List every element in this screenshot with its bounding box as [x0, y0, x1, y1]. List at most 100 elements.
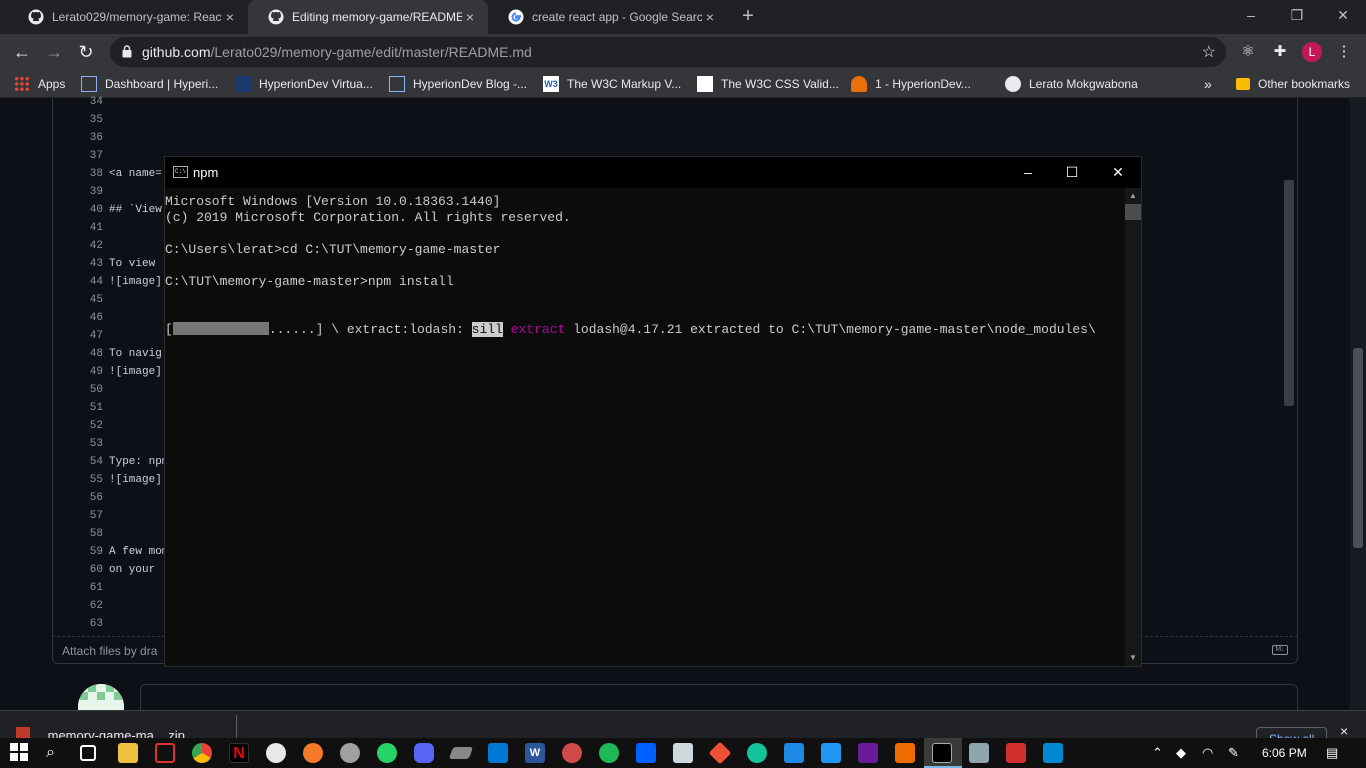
calendar-icon[interactable]: [784, 743, 804, 763]
line-number: 35: [89, 114, 103, 126]
close-window-button[interactable]: ✕: [1320, 0, 1366, 30]
reload-button[interactable]: ↻: [74, 40, 98, 64]
code-line[interactable]: on your: [109, 564, 155, 576]
notes-icon[interactable]: [673, 743, 693, 763]
affinity-icon[interactable]: [858, 743, 878, 763]
other-bookmarks-folder[interactable]: Other bookmarks: [1236, 70, 1350, 98]
terminal-minimize-button[interactable]: –: [1005, 157, 1051, 188]
notification-icon[interactable]: ▤: [1326, 745, 1338, 761]
mail-icon[interactable]: [155, 743, 175, 763]
tab-google-search[interactable]: create react app - Google Search ×: [488, 0, 728, 34]
bookmark-hyperiondev-blog[interactable]: HyperionDev Blog -...: [389, 70, 527, 98]
bookmark-dashboard-hyperion[interactable]: Dashboard | Hyperi...: [81, 70, 218, 98]
code-line[interactable]: A few mom: [109, 546, 168, 558]
react-devtools-icon[interactable]: ⚛: [1238, 42, 1258, 62]
show-all-downloads-button[interactable]: Show all: [1256, 727, 1328, 738]
show-hidden-icons-chevron[interactable]: ⌃: [1152, 745, 1163, 761]
line-number: 42: [89, 240, 103, 252]
editor-scrollbar[interactable]: [1282, 98, 1294, 636]
code-line[interactable]: To view: [109, 258, 155, 270]
discord-icon[interactable]: [414, 743, 434, 763]
new-tab-button[interactable]: +: [738, 6, 758, 26]
terminal-maximize-button[interactable]: ☐: [1049, 157, 1095, 188]
profile-avatar[interactable]: L: [1302, 42, 1322, 62]
git-icon[interactable]: [708, 741, 732, 765]
file-explorer-icon[interactable]: [118, 743, 138, 763]
grammarly-icon[interactable]: [747, 743, 767, 763]
scroll-down-icon[interactable]: ▼: [1125, 650, 1141, 666]
menu-kebab-icon[interactable]: ⋮: [1334, 42, 1354, 62]
word-icon[interactable]: W: [525, 743, 545, 763]
blender-icon[interactable]: [303, 743, 323, 763]
gimp-icon[interactable]: [340, 743, 360, 763]
cmd-taskbar-icon[interactable]: [932, 743, 952, 763]
dropbox-tray-icon[interactable]: ◆: [1176, 745, 1186, 761]
netflix-icon[interactable]: N: [229, 743, 249, 763]
tab-editing-readme[interactable]: Editing memory-game/README.md ×: [248, 0, 488, 34]
scroll-up-icon[interactable]: ▲: [1125, 188, 1141, 204]
code-line[interactable]: ![image]: [109, 276, 162, 288]
affinity-publisher-icon[interactable]: [895, 743, 915, 763]
task-view-icon[interactable]: [80, 745, 96, 761]
code-line[interactable]: ![image]: [109, 366, 162, 378]
apps-grid-icon: [14, 76, 30, 92]
bookmark-hyperiondev-virtual[interactable]: HyperionDev Virtua...: [235, 70, 373, 98]
bookmark-w3c-markup[interactable]: W3 The W3C Markup V...: [543, 70, 681, 98]
line-number: 34: [89, 96, 103, 108]
github-icon: [268, 9, 284, 25]
taskbar-clock[interactable]: 6:06 PM: [1262, 746, 1307, 760]
bookmark-apps[interactable]: Apps: [14, 70, 65, 98]
bookmark-lerato[interactable]: Lerato Mokgwabona: [1005, 70, 1138, 98]
forward-button[interactable]: →: [42, 40, 66, 64]
pinned-grey-icon[interactable]: [969, 743, 989, 763]
close-tab-icon[interactable]: ×: [222, 9, 238, 25]
extensions-puzzle-icon[interactable]: ✚: [1270, 42, 1290, 62]
code-line[interactable]: ![image]: [109, 474, 162, 486]
dropbox-icon[interactable]: [636, 743, 656, 763]
npm-progress-bar: [172, 322, 269, 335]
npm-terminal-window[interactable]: C:\ npm – ☐ ✕ [......] \ extract:lodash:…: [164, 156, 1142, 667]
pinned-tool-icon[interactable]: [448, 747, 474, 759]
terminal-scrollbar[interactable]: ▲ ▼: [1125, 188, 1141, 666]
spotify-icon[interactable]: [599, 743, 619, 763]
terminal-scroll-thumb[interactable]: [1125, 204, 1141, 220]
minimize-window-button[interactable]: –: [1228, 0, 1274, 30]
wifi-icon[interactable]: ◠: [1202, 745, 1213, 761]
code-line[interactable]: ## `View: [109, 204, 162, 216]
photos-icon[interactable]: [1043, 743, 1063, 763]
pinned-app-icon[interactable]: [266, 743, 286, 763]
tab-memory-game-repo[interactable]: Lerato029/memory-game: React ×: [8, 0, 248, 34]
terminal-close-button[interactable]: ✕: [1095, 157, 1141, 188]
bookmark-hyperiondev-chat[interactable]: 1 - HyperionDev...: [851, 70, 971, 98]
pinned-red-icon[interactable]: [562, 743, 582, 763]
bookmarks-overflow-button[interactable]: »: [1204, 70, 1212, 98]
page-scrollbar[interactable]: [1350, 98, 1366, 710]
line-number: 38: [89, 168, 103, 180]
code-line[interactable]: <a name=: [109, 168, 162, 180]
restore-window-button[interactable]: ❐: [1274, 0, 1320, 30]
line-number: 58: [89, 528, 103, 540]
download-item[interactable]: memory-game-ma....zip: [16, 727, 185, 738]
line-number: 53: [89, 438, 103, 450]
close-download-bar-icon[interactable]: ×: [1340, 723, 1348, 738]
chrome-icon[interactable]: [192, 743, 212, 763]
bookmark-star-icon[interactable]: ☆: [1202, 42, 1216, 62]
terminal-title-bar[interactable]: C:\ npm – ☐ ✕: [165, 157, 1141, 188]
windows-start-icon[interactable]: [10, 743, 30, 763]
close-tab-icon[interactable]: ×: [462, 9, 478, 25]
bookmark-w3c-css[interactable]: The W3C CSS Valid...: [697, 70, 839, 98]
pinned-blue-icon[interactable]: [821, 743, 841, 763]
line-number: 62: [89, 600, 103, 612]
search-icon[interactable]: ⌕: [46, 743, 66, 763]
code-line[interactable]: To navig: [109, 348, 162, 360]
whatsapp-icon[interactable]: [377, 743, 397, 763]
terminal-line: C:\Users\lerat>cd C:\TUT\memory-game-mas…: [165, 242, 501, 257]
close-tab-icon[interactable]: ×: [702, 9, 718, 25]
code-line[interactable]: Type: npm: [109, 456, 168, 468]
address-bar[interactable]: github.com/Lerato029/memory-game/edit/ma…: [110, 37, 1226, 67]
acrobat-icon[interactable]: [1006, 743, 1026, 763]
vscode-icon[interactable]: [488, 743, 508, 763]
terminal-output[interactable]: [......] \ extract:lodash: sill extract …: [165, 188, 1125, 666]
pen-icon[interactable]: ✎: [1228, 745, 1239, 761]
back-button[interactable]: ←: [10, 40, 34, 64]
